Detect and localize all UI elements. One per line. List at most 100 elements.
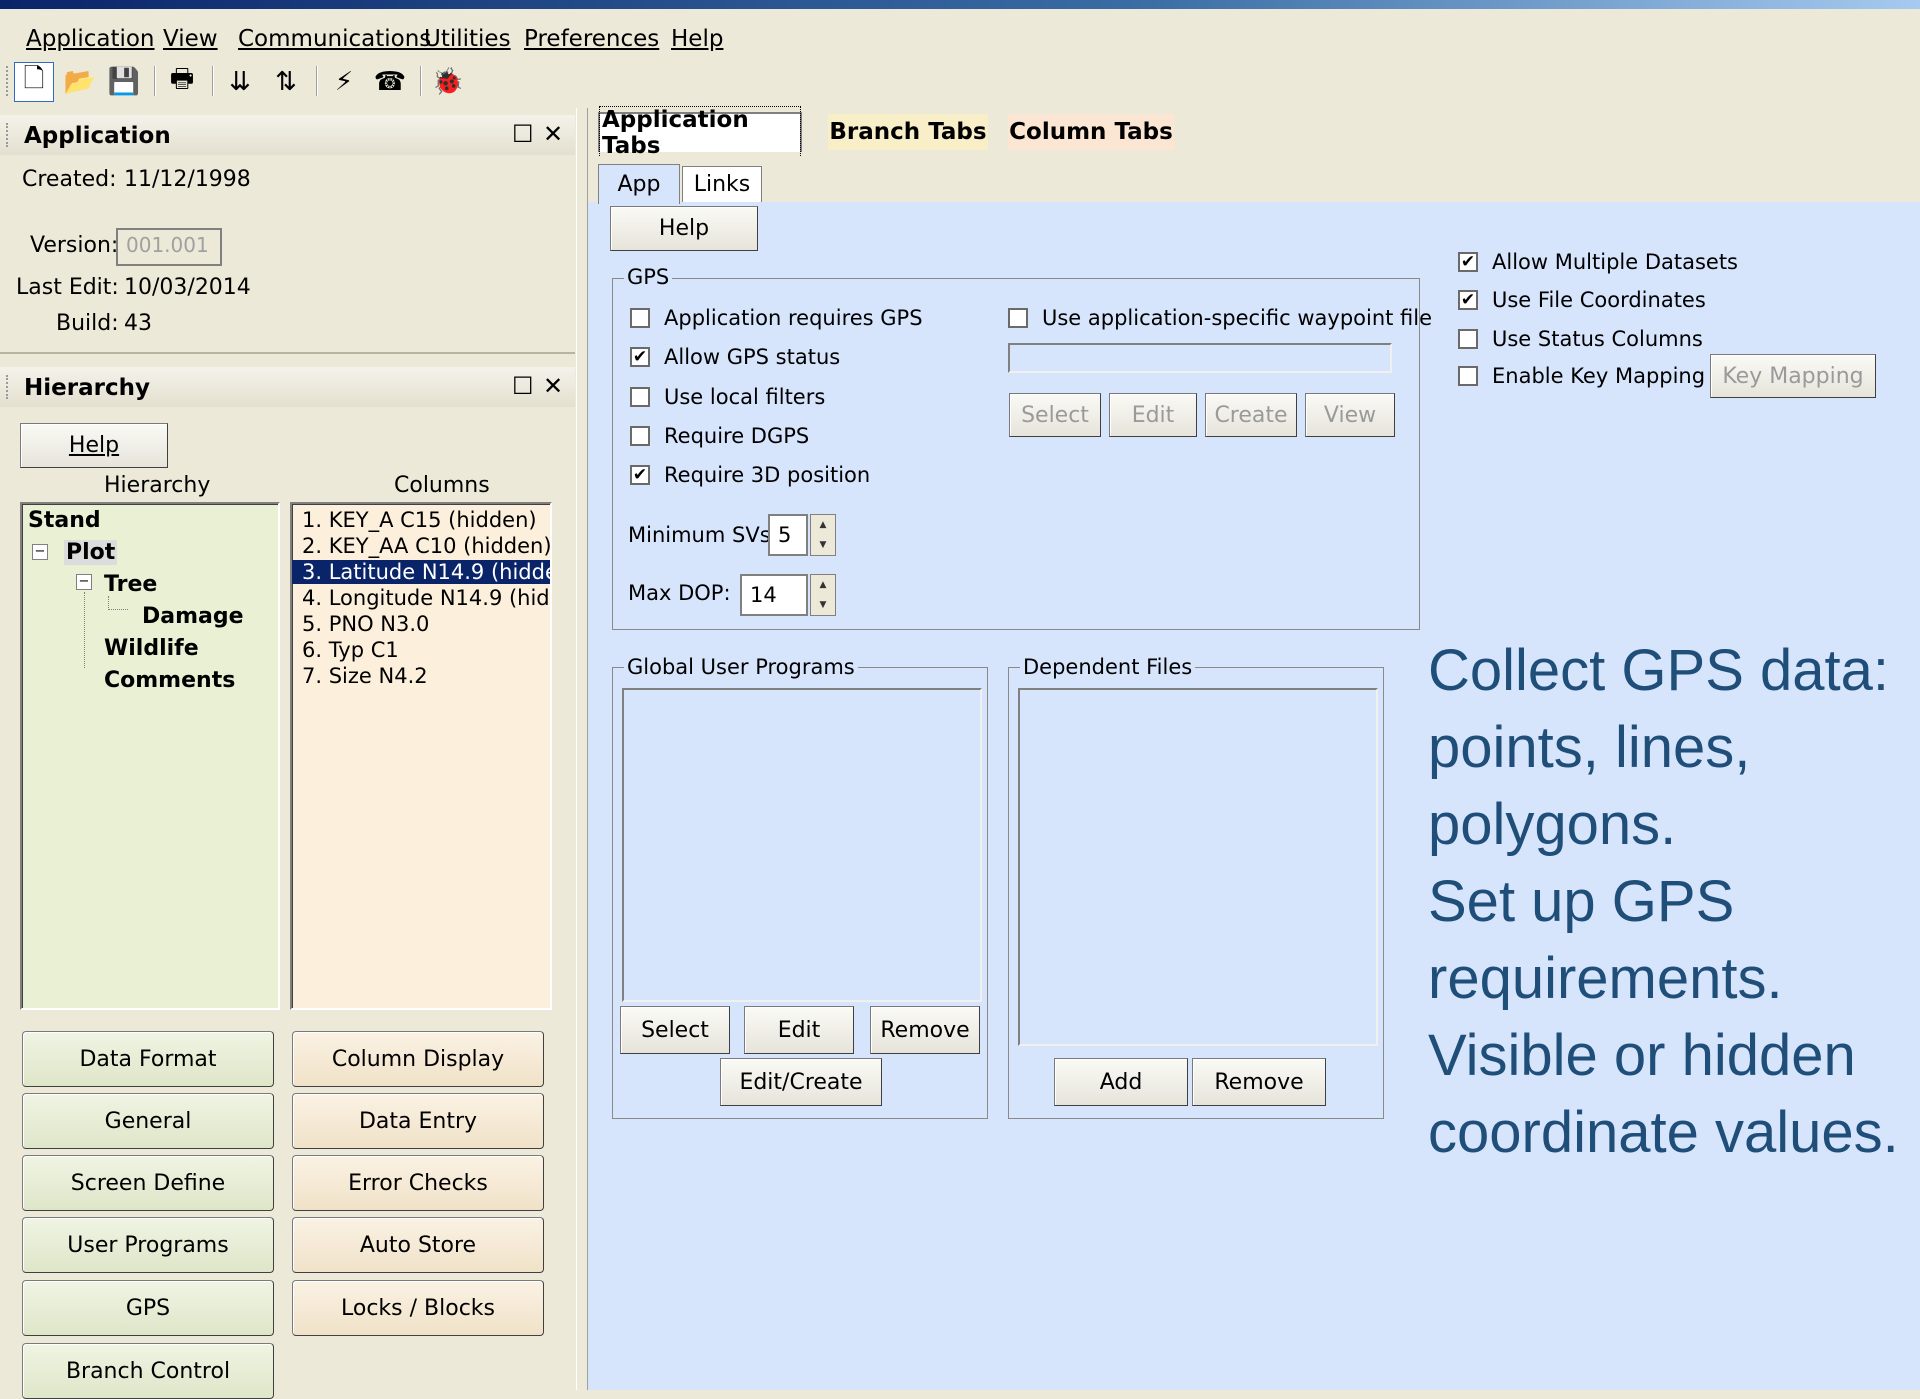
global-user-programs-list[interactable]	[622, 688, 982, 1002]
waypoint-edit-button[interactable]: Edit	[1109, 393, 1197, 437]
tree-node-comments[interactable]: Comments	[104, 668, 235, 693]
data-entry-button[interactable]: Data Entry	[292, 1093, 544, 1149]
tree-node-plot[interactable]: Plot	[64, 540, 118, 565]
gup-edit-create-button[interactable]: Edit/Create	[720, 1058, 882, 1106]
column-item[interactable]: 2. KEY_AA C10 (hidden)	[302, 534, 550, 558]
allow-gps-status-checkbox[interactable]: ✔	[630, 347, 650, 367]
allow-multiple-datasets-option[interactable]: ✔ Allow Multiple Datasets	[1458, 250, 1738, 274]
require-3d-position-option[interactable]: ✔ Require 3D position	[630, 463, 870, 487]
use-local-filters-option[interactable]: Use local filters	[630, 385, 825, 409]
branch-control-button[interactable]: Branch Control	[22, 1343, 274, 1399]
waypoint-file-checkbox[interactable]	[1008, 308, 1028, 328]
use-file-coordinates-option[interactable]: ✔ Use File Coordinates	[1458, 288, 1706, 312]
spin-down-icon[interactable]: ▼	[811, 595, 835, 615]
open-folder-icon[interactable]: 📂	[60, 62, 100, 102]
menu-view[interactable]: View	[163, 26, 218, 52]
waypoint-view-button[interactable]: View	[1305, 393, 1395, 437]
tree-node-wildlife[interactable]: Wildlife	[104, 636, 199, 661]
application-requires-gps-option[interactable]: Application requires GPS	[630, 306, 923, 330]
error-checks-button[interactable]: Error Checks	[292, 1155, 544, 1211]
gup-edit-button[interactable]: Edit	[744, 1006, 854, 1054]
close-icon[interactable]: ✕	[543, 372, 563, 400]
dependent-remove-button[interactable]: Remove	[1192, 1058, 1326, 1106]
use-local-filters-checkbox[interactable]	[630, 387, 650, 407]
waypoint-file-option[interactable]: Use application-specific waypoint file	[1008, 306, 1432, 330]
menu-help[interactable]: Help	[671, 26, 723, 52]
gup-remove-button[interactable]: Remove	[870, 1006, 980, 1054]
application-requires-gps-checkbox[interactable]	[630, 308, 650, 328]
spin-down-icon[interactable]: ▼	[811, 535, 835, 555]
column-item[interactable]: 7. Size N4.2	[302, 664, 428, 688]
close-icon[interactable]: ✕	[543, 120, 563, 148]
version-field[interactable]: 001.001	[116, 228, 222, 266]
columns-list[interactable]: 1. KEY_A C15 (hidden) 2. KEY_AA C10 (hid…	[290, 502, 552, 1010]
use-status-columns-checkbox[interactable]	[1458, 329, 1478, 349]
connect-icon[interactable]: ⚡	[324, 62, 364, 102]
minimum-svs-input[interactable]: 5	[768, 514, 808, 556]
panel-grip[interactable]	[6, 375, 9, 399]
restore-icon[interactable]: ☐	[512, 372, 534, 400]
column-item[interactable]: 6. Typ C1	[302, 638, 399, 662]
sort-icon[interactable]: ⇅	[266, 62, 306, 102]
tree-node-tree[interactable]: Tree	[104, 572, 157, 597]
waypoint-file-path-field[interactable]	[1008, 343, 1392, 373]
save-icon[interactable]: 💾	[104, 62, 144, 102]
collapse-icon[interactable]: −	[32, 544, 48, 560]
app-help-button[interactable]: Help	[610, 206, 758, 251]
tab-branch-tabs[interactable]: Branch Tabs	[828, 114, 988, 150]
new-file-icon[interactable]: 🗋	[14, 62, 54, 102]
enable-key-mapping-option[interactable]: Enable Key Mapping	[1458, 364, 1705, 388]
allow-gps-status-option[interactable]: ✔ Allow GPS status	[630, 345, 840, 369]
gup-select-button[interactable]: Select	[620, 1006, 730, 1054]
import-icon[interactable]: ⇊	[220, 62, 260, 102]
tab-links[interactable]: Links	[682, 166, 762, 202]
user-programs-button[interactable]: User Programs	[22, 1217, 274, 1273]
general-button[interactable]: General	[22, 1093, 274, 1149]
menu-communications[interactable]: Communications	[238, 26, 431, 52]
use-status-columns-option[interactable]: Use Status Columns	[1458, 327, 1703, 351]
locks-blocks-button[interactable]: Locks / Blocks	[292, 1280, 544, 1336]
pane-splitter[interactable]	[576, 108, 588, 1390]
require-3d-position-checkbox[interactable]: ✔	[630, 465, 650, 485]
waypoint-select-button[interactable]: Select	[1009, 393, 1101, 437]
max-dop-input[interactable]: 14	[740, 574, 808, 616]
screen-define-button[interactable]: Screen Define	[22, 1155, 274, 1211]
hierarchy-help-button[interactable]: Help	[20, 423, 168, 468]
minimum-svs-stepper[interactable]: ▲ ▼	[810, 514, 836, 556]
column-item[interactable]: 5. PNO N3.0	[302, 612, 429, 636]
require-dgps-option[interactable]: Require DGPS	[630, 424, 809, 448]
panel-grip[interactable]	[6, 123, 9, 147]
menu-preferences[interactable]: Preferences	[524, 26, 659, 52]
require-dgps-checkbox[interactable]	[630, 426, 650, 446]
debug-icon[interactable]: 🐞	[428, 62, 468, 102]
max-dop-stepper[interactable]: ▲ ▼	[810, 574, 836, 616]
column-item[interactable]: 1. KEY_A C15 (hidden)	[302, 508, 537, 532]
waypoint-create-button[interactable]: Create	[1205, 393, 1297, 437]
spin-up-icon[interactable]: ▲	[811, 515, 835, 535]
dependent-files-list[interactable]	[1018, 688, 1378, 1046]
spin-up-icon[interactable]: ▲	[811, 575, 835, 595]
enable-key-mapping-checkbox[interactable]	[1458, 366, 1478, 386]
column-item-selected[interactable]: 3. Latitude N14.9 (hidden)	[292, 560, 550, 584]
phone-icon[interactable]: ☎	[370, 62, 410, 102]
data-format-button[interactable]: Data Format	[22, 1031, 274, 1087]
column-item[interactable]: 4. Longitude N14.9 (hidden)	[302, 586, 550, 610]
use-file-coordinates-checkbox[interactable]: ✔	[1458, 290, 1478, 310]
tab-column-tabs[interactable]: Column Tabs	[1008, 114, 1174, 150]
tree-node-stand[interactable]: Stand	[28, 508, 101, 533]
tab-application-tabs[interactable]: Application Tabs	[598, 106, 802, 160]
key-mapping-button[interactable]: Key Mapping	[1710, 354, 1876, 398]
auto-store-button[interactable]: Auto Store	[292, 1217, 544, 1273]
hierarchy-tree[interactable]: Stand − Plot − Tree Damage Wildlife Comm…	[20, 502, 280, 1010]
dependent-add-button[interactable]: Add	[1054, 1058, 1188, 1106]
print-icon[interactable]: 🖶	[162, 62, 202, 102]
menu-application[interactable]: Application	[26, 26, 155, 52]
tab-app[interactable]: App	[598, 164, 680, 204]
gps-button[interactable]: GPS	[22, 1280, 274, 1336]
allow-multiple-datasets-checkbox[interactable]: ✔	[1458, 252, 1478, 272]
restore-icon[interactable]: ☐	[512, 120, 534, 148]
column-display-button[interactable]: Column Display	[292, 1031, 544, 1087]
collapse-icon[interactable]: −	[76, 574, 92, 590]
tree-node-damage[interactable]: Damage	[142, 604, 244, 629]
menu-utilities[interactable]: Utilities	[424, 26, 511, 52]
